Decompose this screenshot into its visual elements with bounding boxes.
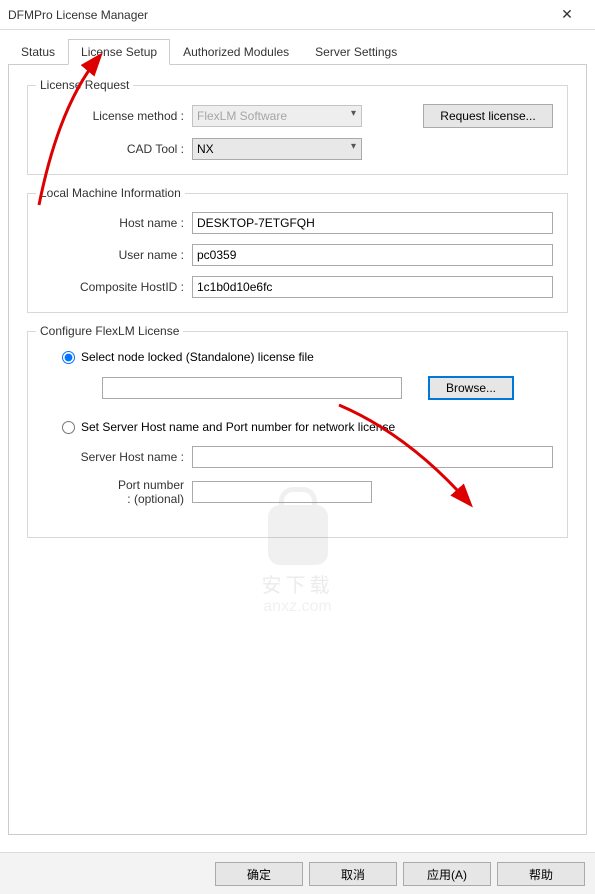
host-name-field[interactable]: [192, 212, 553, 234]
port-number-field[interactable]: [192, 481, 372, 503]
dialog-button-bar: 确定 取消 应用(A) 帮助: [0, 852, 595, 894]
license-method-label: License method :: [42, 109, 192, 123]
radio-server-label: Set Server Host name and Port number for…: [81, 420, 395, 434]
user-name-field[interactable]: [192, 244, 553, 266]
request-license-button[interactable]: Request license...: [423, 104, 553, 128]
license-file-field[interactable]: [102, 377, 402, 399]
group-title-local-machine: Local Machine Information: [36, 186, 185, 200]
cad-tool-label: CAD Tool :: [42, 142, 192, 156]
radio-server[interactable]: [62, 421, 75, 434]
window-title: DFMPro License Manager: [8, 8, 547, 22]
help-button[interactable]: 帮助: [497, 862, 585, 886]
port-number-label: Port number : (optional): [42, 478, 192, 507]
browse-button[interactable]: Browse...: [428, 376, 514, 400]
tab-bar: Status License Setup Authorized Modules …: [8, 38, 587, 65]
group-title-license-request: License Request: [36, 78, 133, 92]
tab-authorized-modules[interactable]: Authorized Modules: [170, 39, 302, 65]
titlebar: DFMPro License Manager ✕: [0, 0, 595, 30]
tab-status[interactable]: Status: [8, 39, 68, 65]
group-title-configure: Configure FlexLM License: [36, 324, 183, 338]
user-name-label: User name :: [42, 248, 192, 262]
apply-button[interactable]: 应用(A): [403, 862, 491, 886]
ok-button[interactable]: 确定: [215, 862, 303, 886]
tab-license-setup[interactable]: License Setup: [68, 39, 170, 65]
server-host-label: Server Host name :: [42, 450, 192, 464]
content-area: Status License Setup Authorized Modules …: [0, 30, 595, 835]
tab-server-settings[interactable]: Server Settings: [302, 39, 410, 65]
composite-hostid-field[interactable]: [192, 276, 553, 298]
tab-panel: License Request License method : FlexLM …: [8, 65, 587, 835]
group-local-machine: Local Machine Information Host name : Us…: [27, 193, 568, 313]
radio-node-locked-label: Select node locked (Standalone) license …: [81, 350, 314, 364]
server-host-field[interactable]: [192, 446, 553, 468]
group-license-request: License Request License method : FlexLM …: [27, 85, 568, 175]
license-method-select[interactable]: FlexLM Software: [192, 105, 362, 127]
cancel-button[interactable]: 取消: [309, 862, 397, 886]
cad-tool-select[interactable]: NX: [192, 138, 362, 160]
composite-hostid-label: Composite HostID :: [42, 280, 192, 294]
group-configure-flexlm: Configure FlexLM License Select node loc…: [27, 331, 568, 538]
close-icon[interactable]: ✕: [547, 6, 587, 23]
host-name-label: Host name :: [42, 216, 192, 230]
radio-node-locked[interactable]: [62, 351, 75, 364]
